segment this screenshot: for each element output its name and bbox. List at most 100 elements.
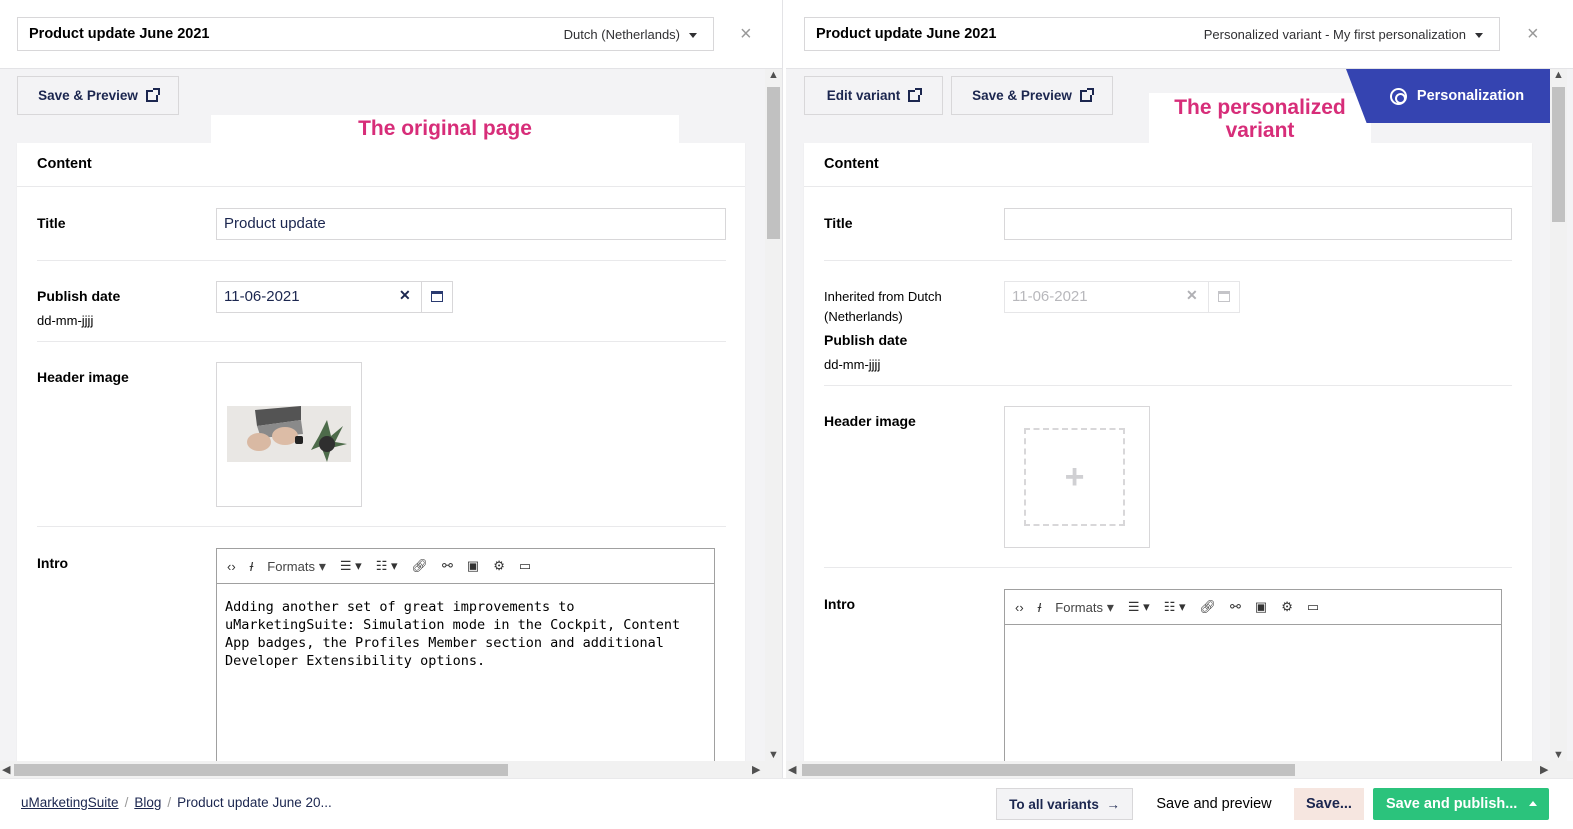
embed-icon[interactable]: ▭ (1307, 599, 1319, 615)
left-name-value: Product update June 2021 (29, 26, 210, 42)
publish-date-label: Publish date (37, 288, 121, 304)
divider (37, 526, 726, 527)
left-header: Product update June 2021 Dutch (Netherla… (0, 0, 782, 69)
close-icon[interactable]: × (1527, 24, 1539, 44)
date-value: 11-06-2021 (1012, 288, 1088, 305)
add-image-icon[interactable]: + (1024, 428, 1125, 526)
date-format-hint: dd-mm-jjjj (37, 313, 94, 328)
divider (824, 567, 1512, 568)
content-header: Content (804, 143, 1532, 187)
numbered-list-icon[interactable]: ☷ ▾ (1164, 599, 1186, 615)
title-input[interactable]: Product update (216, 208, 726, 240)
breadcrumb-link-blog[interactable]: Blog (134, 795, 161, 810)
inherited-note: Inherited from Dutch (Netherlands) (824, 287, 942, 327)
chevron-down-icon (689, 33, 697, 39)
save-button[interactable]: Save... (1294, 788, 1364, 820)
original-page-pane: Product update June 2021 Dutch (Netherla… (0, 0, 783, 778)
right-horizontal-scrollbar[interactable]: ◀ ▶ (786, 761, 1573, 778)
macro-icon[interactable]: ⚙ (493, 558, 505, 574)
right-variant-selector[interactable]: Personalized variant - My first personal… (1204, 27, 1483, 42)
macro-icon[interactable]: ⚙ (1281, 599, 1293, 615)
to-all-variants-button[interactable]: To all variants → (996, 788, 1133, 820)
bullet-list-icon[interactable]: ☰ ▾ (1128, 599, 1150, 615)
right-vertical-scrollbar[interactable]: ▲ ▼ (1550, 69, 1567, 761)
link-icon[interactable]: 🔗︎ (411, 558, 428, 574)
callout-text: The personalized (1174, 96, 1346, 119)
unlink-icon[interactable]: ⚯ (442, 558, 453, 574)
formats-label: Formats (1055, 599, 1103, 615)
clear-format-icon[interactable]: I (250, 559, 254, 574)
scrollbar-thumb[interactable] (14, 764, 508, 776)
image-icon[interactable]: ▣ (1255, 599, 1267, 615)
save-preview-button[interactable]: Save & Preview (17, 76, 179, 115)
divider (37, 341, 726, 342)
personalized-variant-callout: The personalized variant (1149, 93, 1371, 145)
scroll-down-icon[interactable]: ▼ (1553, 749, 1564, 761)
scrollbar-thumb[interactable] (802, 764, 1295, 776)
left-variant-selector[interactable]: Dutch (Netherlands) (564, 27, 697, 42)
clear-format-icon[interactable]: I (1038, 600, 1042, 615)
scroll-left-icon[interactable]: ◀ (788, 763, 796, 776)
save-preview-label: Save & Preview (972, 88, 1072, 103)
scroll-up-icon[interactable]: ▲ (768, 69, 779, 81)
title-input[interactable] (1004, 208, 1512, 240)
save-and-preview-button[interactable]: Save and preview (1146, 788, 1282, 820)
left-vertical-scrollbar[interactable]: ▲ ▼ (765, 69, 782, 761)
right-variant-label: Personalized variant - My first personal… (1203, 27, 1466, 42)
breadcrumb-link-umarketingsuite[interactable]: uMarketingSuite (21, 795, 119, 810)
clear-date-icon[interactable]: ✕ (399, 287, 411, 304)
formats-dropdown[interactable]: Formats ▾ (1055, 599, 1114, 616)
scroll-left-icon[interactable]: ◀ (2, 763, 10, 776)
header-image-picker[interactable]: + (1004, 406, 1150, 548)
numbered-list-icon[interactable]: ☷ ▾ (376, 558, 398, 574)
personalization-button[interactable]: Personalization (1346, 69, 1552, 123)
breadcrumb-current: Product update June 20... (177, 795, 332, 810)
scroll-right-icon[interactable]: ▶ (1540, 763, 1548, 776)
content-card: Content Title Inherited from Dutch (Neth… (804, 143, 1532, 778)
formats-dropdown[interactable]: Formats ▾ (267, 558, 326, 575)
header-image-picker[interactable] (216, 362, 362, 507)
divider (37, 260, 726, 261)
intro-text[interactable]: Adding another set of great improvements… (217, 584, 714, 684)
chevron-down-icon (1475, 33, 1483, 39)
scroll-right-icon[interactable]: ▶ (752, 763, 760, 776)
scrollbar-thumb[interactable] (1552, 87, 1565, 222)
code-icon[interactable]: ‹› (1015, 600, 1024, 615)
edit-variant-button[interactable]: Edit variant (804, 76, 943, 115)
footer-bar: uMarketingSuite / Blog / Product update June… (0, 778, 1573, 829)
inherited-text: (Netherlands) (824, 309, 903, 324)
image-icon[interactable]: ▣ (467, 558, 479, 574)
right-name-value: Product update June 2021 (816, 26, 997, 42)
right-name-field[interactable]: Product update June 2021 Personalized va… (804, 17, 1500, 51)
link-icon[interactable]: 🔗︎ (1199, 599, 1216, 615)
personalized-variant-pane: Product update June 2021 Personalized va… (786, 0, 1573, 778)
publish-date-input[interactable]: 11-06-2021 ✕ (216, 281, 453, 313)
callout-text: The original page (358, 117, 532, 140)
bullet-list-icon[interactable]: ☰ ▾ (340, 558, 362, 574)
to-all-variants-label: To all variants (1009, 796, 1099, 812)
intro-rich-text-editor[interactable]: ‹› I Formats ▾ ☰ ▾ ☷ ▾ 🔗︎ ⚯ ▣ ⚙ ▭ Adding… (216, 548, 715, 778)
intro-rich-text-editor[interactable]: ‹› I Formats ▾ ☰ ▾ ☷ ▾ 🔗︎ ⚯ ▣ ⚙ ▭ (1004, 589, 1502, 778)
scroll-up-icon[interactable]: ▲ (1553, 69, 1564, 81)
content-header: Content (17, 143, 745, 187)
breadcrumb: uMarketingSuite / Blog / Product update June… (21, 795, 332, 810)
left-horizontal-scrollbar[interactable]: ◀ ▶ (0, 761, 782, 778)
save-preview-button[interactable]: Save & Preview (951, 76, 1113, 115)
close-icon[interactable]: × (740, 24, 752, 44)
embed-icon[interactable]: ▭ (519, 558, 531, 574)
chevron-up-icon[interactable] (1529, 801, 1537, 806)
code-icon[interactable]: ‹› (227, 559, 236, 574)
left-name-field[interactable]: Product update June 2021 Dutch (Netherla… (17, 17, 714, 51)
calendar-icon[interactable] (421, 282, 452, 312)
save-and-publish-label: Save and publish... (1386, 796, 1518, 812)
scrollbar-thumb[interactable] (767, 87, 780, 239)
target-icon (1389, 87, 1407, 105)
edit-icon (908, 87, 923, 102)
scroll-down-icon[interactable]: ▼ (768, 749, 779, 761)
formats-label: Formats (267, 558, 315, 574)
save-and-publish-button[interactable]: Save and publish... (1373, 788, 1549, 820)
inherited-text: Inherited from Dutch (824, 289, 942, 304)
unlink-icon[interactable]: ⚯ (1230, 599, 1241, 615)
publish-date-label: Publish date (824, 332, 908, 348)
right-header: Product update June 2021 Personalized va… (786, 0, 1573, 69)
